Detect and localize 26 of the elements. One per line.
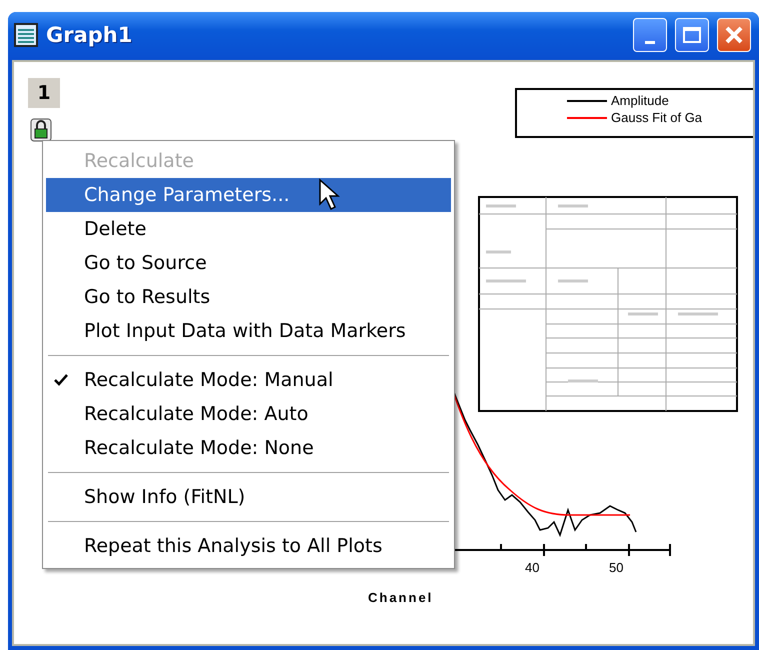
minimize-icon [645, 40, 655, 44]
menu-item[interactable]: Recalculate Mode: Auto [46, 397, 451, 431]
lock-icon[interactable] [30, 118, 52, 142]
x-tick-label: 50 [609, 560, 624, 575]
legend-label: Amplitude [611, 93, 669, 108]
legend-label: Gauss Fit of Ga [611, 110, 702, 125]
layer-tab[interactable]: 1 [28, 78, 60, 108]
graph-window-icon [14, 23, 38, 47]
mouse-pointer-icon [318, 178, 342, 212]
menu-item[interactable]: Plot Input Data with Data Markers [46, 314, 451, 348]
minimize-button[interactable] [633, 18, 667, 52]
menu-item[interactable]: Show Info (FitNL) [46, 480, 451, 514]
menu-item[interactable]: Delete [46, 212, 451, 246]
close-icon [725, 26, 743, 44]
maximize-button[interactable] [675, 18, 709, 52]
menu-item[interactable]: Go to Source [46, 246, 451, 280]
menu-item[interactable]: Change Parameters... [46, 178, 451, 212]
maximize-icon [683, 27, 701, 43]
menu-item[interactable]: Go to Results [46, 280, 451, 314]
x-axis-title: Channel [368, 590, 434, 605]
window-title: Graph1 [46, 23, 132, 47]
menu-item[interactable]: Recalculate Mode: None [46, 431, 451, 465]
menu-item[interactable]: Recalculate Mode: Manual [46, 363, 451, 397]
menu-item[interactable]: Repeat this Analysis to All Plots [46, 529, 451, 563]
close-button[interactable] [717, 18, 751, 52]
x-tick-label: 40 [525, 560, 540, 575]
